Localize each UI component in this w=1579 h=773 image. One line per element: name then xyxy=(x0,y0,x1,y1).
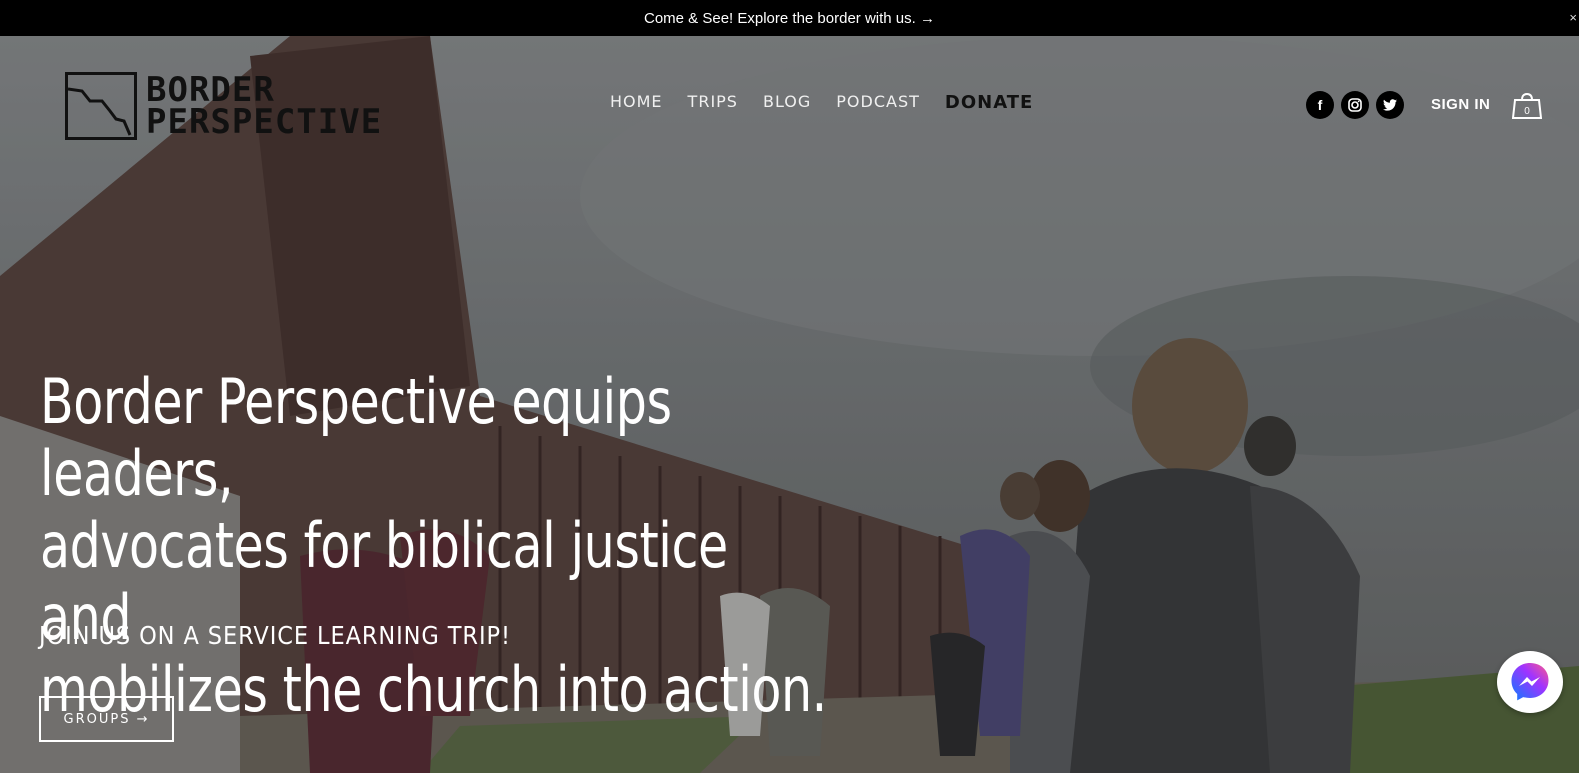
main-nav: HOME TRIPS BLOG PODCAST DONATE xyxy=(610,92,1033,113)
nav-home[interactable]: HOME xyxy=(610,92,663,113)
logo-line-2: PERSPECTIVE xyxy=(146,102,383,142)
close-icon[interactable]: × xyxy=(1569,10,1577,25)
hero-subheading: JOIN US ON A SERVICE LEARNING TRIP! xyxy=(39,621,511,650)
nav-trips[interactable]: TRIPS xyxy=(688,92,738,113)
announcement-text[interactable]: Come & See! Explore the border with us. … xyxy=(644,10,935,27)
headline-line-1: Border Perspective equips leaders, xyxy=(40,365,672,510)
cart-icon[interactable]: 0 xyxy=(1511,92,1543,120)
social-links: f xyxy=(1306,91,1404,119)
twitter-icon[interactable] xyxy=(1376,91,1404,119)
groups-button[interactable]: GROUPS → xyxy=(39,696,174,742)
sign-in-link[interactable]: SIGN IN xyxy=(1431,96,1490,113)
site-logo[interactable]: BORDER PERSPECTIVE xyxy=(65,72,382,140)
hero-headline: Border Perspective equips leaders, advoc… xyxy=(40,366,832,726)
nav-blog[interactable]: BLOG xyxy=(763,92,811,113)
cart-count: 0 xyxy=(1524,106,1530,117)
border-map-icon xyxy=(65,72,137,140)
nav-donate[interactable]: DONATE xyxy=(945,92,1033,113)
instagram-icon[interactable] xyxy=(1341,91,1369,119)
messenger-icon xyxy=(1511,663,1549,701)
messenger-chat-button[interactable] xyxy=(1497,651,1563,713)
announcement-bar[interactable]: Come & See! Explore the border with us. … xyxy=(0,0,1579,36)
facebook-icon[interactable]: f xyxy=(1306,91,1334,119)
hero-section: BORDER PERSPECTIVE HOME TRIPS BLOG PODCA… xyxy=(0,36,1579,773)
nav-podcast[interactable]: PODCAST xyxy=(836,92,920,113)
